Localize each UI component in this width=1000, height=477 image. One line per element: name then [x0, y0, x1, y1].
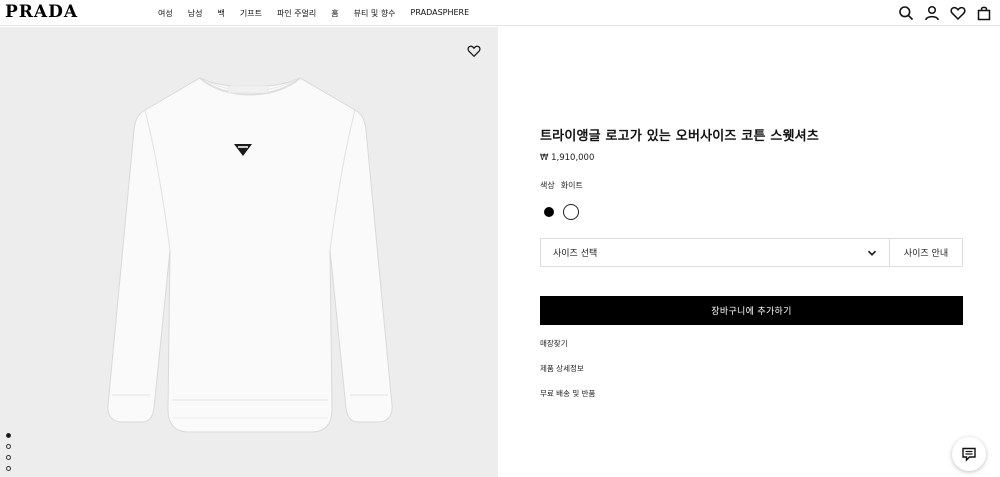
- chat-icon: [961, 446, 977, 462]
- size-select[interactable]: 사이즈 선택: [540, 238, 890, 267]
- nav-men[interactable]: 남성: [188, 8, 203, 19]
- bag-icon[interactable]: [976, 5, 992, 21]
- product-price: ₩ 1,910,000: [540, 153, 595, 163]
- product-title: 트라이앵글 로고가 있는 오버사이즈 코튼 스웻셔츠: [540, 129, 819, 144]
- prada-logo[interactable]: PRADA: [5, 2, 78, 22]
- swatch-white[interactable]: [563, 204, 579, 220]
- nav-pradasphere[interactable]: PRADASPHERE: [411, 8, 470, 19]
- shipping-returns-link[interactable]: 무료 배송 및 반품: [540, 389, 963, 414]
- gallery-pagination: [6, 433, 11, 471]
- size-select-label: 사이즈 선택: [553, 249, 598, 259]
- account-icon[interactable]: [924, 5, 940, 21]
- product-image: [100, 70, 400, 450]
- color-label: 색상: [540, 181, 555, 190]
- gallery-dot[interactable]: [6, 455, 11, 460]
- store-locator-link[interactable]: 매장찾기: [540, 339, 963, 364]
- main-nav: 여성 남성 백 기프트 파인 주얼리 홈 뷰티 및 향수 PRADASPHERE: [158, 8, 484, 19]
- chevron-down-icon: [867, 248, 877, 258]
- site-header: PRADA 여성 남성 백 기프트 파인 주얼리 홈 뷰티 및 향수 PRADA…: [0, 0, 1000, 26]
- nav-fine-jewelry[interactable]: 파인 주얼리: [277, 8, 316, 19]
- header-icons: [898, 5, 992, 21]
- color-swatches: [540, 204, 963, 220]
- product-details-link[interactable]: 제품 상세정보: [540, 364, 963, 389]
- product-details: 트라이앵글 로고가 있는 오버사이즈 코튼 스웻셔츠 ₩ 1,910,000 색…: [540, 125, 963, 414]
- product-links: 매장찾기 제품 상세정보 무료 배송 및 반품: [540, 339, 963, 414]
- color-info: 색상 화이트: [540, 180, 963, 191]
- gallery-dot[interactable]: [6, 433, 11, 438]
- size-guide-button[interactable]: 사이즈 안내: [890, 238, 963, 267]
- heart-icon[interactable]: [467, 44, 481, 58]
- wishlist-icon[interactable]: [950, 5, 966, 21]
- nav-gifts[interactable]: 기프트: [240, 8, 262, 19]
- search-icon[interactable]: [898, 5, 914, 21]
- nav-women[interactable]: 여성: [158, 8, 173, 19]
- add-to-cart-button[interactable]: 장바구니에 추가하기: [540, 296, 963, 325]
- gallery-dot[interactable]: [6, 466, 11, 471]
- swatch-black[interactable]: [544, 207, 554, 217]
- nav-home[interactable]: 홈: [331, 8, 338, 19]
- nav-bags[interactable]: 백: [217, 8, 224, 19]
- color-value: 화이트: [560, 181, 583, 190]
- nav-beauty[interactable]: 뷰티 및 향수: [354, 8, 396, 19]
- size-row: 사이즈 선택 사이즈 안내: [540, 238, 963, 267]
- gallery-dot[interactable]: [6, 444, 11, 449]
- chat-button[interactable]: [952, 437, 986, 471]
- product-gallery[interactable]: [0, 27, 498, 477]
